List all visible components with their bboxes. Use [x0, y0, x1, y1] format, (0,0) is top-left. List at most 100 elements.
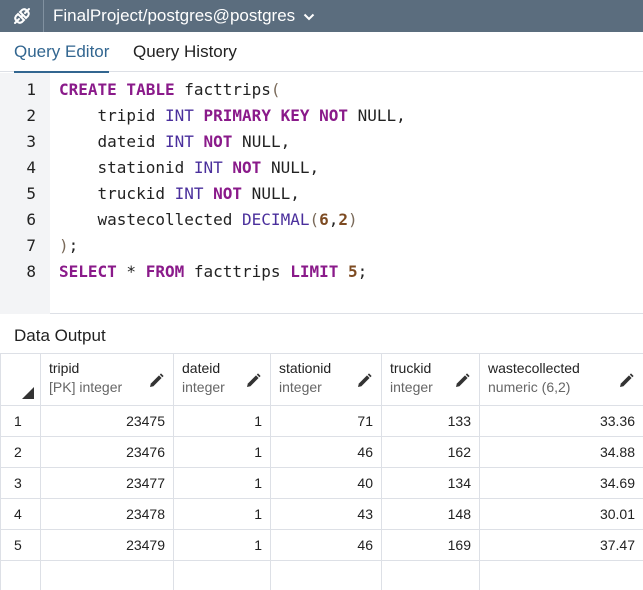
- row-number[interactable]: 2: [0, 436, 41, 468]
- cell-truckid[interactable]: 162: [381, 436, 480, 468]
- code-token: ;: [68, 236, 79, 255]
- code-token: NULL,: [348, 106, 406, 125]
- cell-dateid[interactable]: 1: [173, 529, 271, 561]
- cell-dateid[interactable]: 1: [173, 405, 271, 437]
- code-line[interactable]: 6 wastecollected DECIMAL(6,2): [0, 207, 643, 233]
- code-text: stationid INT NOT NULL,: [59, 155, 320, 181]
- code-area[interactable]: 1 CREATE TABLE facttrips(2 tripid INT PRI…: [0, 77, 643, 285]
- code-line[interactable]: 2 tripid INT PRIMARY KEY NOT NULL,: [0, 103, 643, 129]
- cell-wastecollected[interactable]: 37.47: [479, 529, 643, 561]
- code-text: tripid INT PRIMARY KEY NOT NULL,: [59, 103, 406, 129]
- column-header-wastecollected[interactable]: wastecollected numeric (6,2): [479, 353, 643, 406]
- cell-truckid[interactable]: 169: [381, 529, 480, 561]
- cell-tripid[interactable]: 23478: [40, 498, 174, 530]
- code-text: truckid INT NOT NULL,: [59, 181, 300, 207]
- connection-title: FinalProject/postgres@postgres: [53, 6, 296, 25]
- select-all-corner[interactable]: [0, 353, 41, 406]
- cell-tripid[interactable]: 23477: [40, 467, 174, 499]
- code-line[interactable]: 8 SELECT * FROM facttrips LIMIT 5;: [0, 259, 643, 285]
- cell-truckid[interactable]: 134: [381, 467, 480, 499]
- code-token: INT: [174, 184, 204, 203]
- cell-wastecollected[interactable]: 33.36: [479, 405, 643, 437]
- row-number[interactable]: 3: [0, 467, 41, 499]
- cell-wastecollected[interactable]: 34.88: [479, 436, 643, 468]
- data-output-label: Data Output: [14, 326, 106, 345]
- cell-dateid[interactable]: 1: [173, 498, 271, 530]
- cell-wastecollected[interactable]: 30.01: [479, 498, 643, 530]
- code-token: NULL,: [232, 132, 291, 151]
- cell-wastecollected[interactable]: 34.69: [479, 467, 643, 499]
- code-token: PRIMARY KEY NOT: [203, 106, 349, 125]
- column-name: wastecollected: [488, 360, 580, 376]
- code-text: dateid INT NOT NULL,: [59, 129, 291, 155]
- code-text: SELECT * FROM facttrips LIMIT 5;: [59, 259, 367, 285]
- table-row[interactable]: 5 23479 1 46 169 37.47: [0, 529, 643, 561]
- row-number[interactable]: 4: [0, 498, 41, 530]
- cell-stationid[interactable]: 46: [270, 529, 382, 561]
- empty-cell: [0, 560, 41, 590]
- cell-truckid[interactable]: 133: [381, 405, 480, 437]
- pencil-icon[interactable]: [355, 372, 373, 390]
- table-row[interactable]: 3 23477 1 40 134 34.69: [0, 467, 643, 499]
- code-token: (: [309, 210, 320, 229]
- cell-dateid[interactable]: 1: [173, 436, 271, 468]
- code-token: ): [348, 210, 358, 229]
- row-number[interactable]: 1: [0, 405, 41, 437]
- pencil-icon[interactable]: [617, 372, 635, 390]
- cell-tripid[interactable]: 23476: [40, 436, 174, 468]
- cell-tripid[interactable]: 23475: [40, 405, 174, 437]
- code-token: FROM: [145, 262, 185, 281]
- editor-tabs: Query Editor Query History: [0, 32, 643, 73]
- cell-stationid[interactable]: 43: [270, 498, 382, 530]
- code-text: CREATE TABLE facttrips(: [59, 77, 281, 103]
- table-row[interactable]: 1 23475 1 71 133 33.36: [0, 405, 643, 437]
- tab-query-history[interactable]: Query History: [133, 32, 237, 72]
- column-header-tripid[interactable]: tripid [PK] integer: [40, 353, 174, 406]
- corner-triangle-icon: [22, 387, 34, 399]
- code-token: (: [270, 80, 281, 99]
- column-header-truckid[interactable]: truckid integer: [381, 353, 480, 406]
- code-token: NOT: [232, 158, 262, 177]
- connection-selector[interactable]: FinalProject/postgres@postgres: [44, 6, 315, 26]
- code-token: wastecollected: [59, 210, 243, 229]
- pencil-icon[interactable]: [147, 372, 165, 390]
- results-grid: tripid [PK] integer dateid integer stationid…: [0, 353, 643, 590]
- code-line[interactable]: 5 truckid INT NOT NULL,: [0, 181, 643, 207]
- code-token: NOT: [203, 132, 233, 151]
- pencil-icon[interactable]: [244, 372, 262, 390]
- tab-query-editor[interactable]: Query Editor: [14, 32, 110, 73]
- cell-stationid[interactable]: 71: [270, 405, 382, 437]
- row-number[interactable]: 5: [0, 529, 41, 561]
- table-row[interactable]: 2 23476 1 46 162 34.88: [0, 436, 643, 468]
- code-token: SELECT: [59, 262, 117, 281]
- code-line[interactable]: 7);: [0, 233, 643, 259]
- code-text: );: [59, 233, 78, 259]
- code-line[interactable]: 1 CREATE TABLE facttrips(: [0, 77, 643, 103]
- code-token: 6: [319, 210, 329, 229]
- code-line[interactable]: 4 stationid INT NOT NULL,: [0, 155, 643, 181]
- pencil-icon[interactable]: [453, 372, 471, 390]
- column-header-dateid[interactable]: dateid integer: [173, 353, 271, 406]
- code-token: stationid: [59, 158, 194, 177]
- cell-stationid[interactable]: 40: [270, 467, 382, 499]
- empty-cell: [270, 560, 382, 590]
- cell-tripid[interactable]: 23479: [40, 529, 174, 561]
- cell-stationid[interactable]: 46: [270, 436, 382, 468]
- plug-icon[interactable]: [0, 0, 44, 32]
- line-number: 2: [26, 106, 36, 125]
- column-header-stationid[interactable]: stationid integer: [270, 353, 382, 406]
- code-line[interactable]: 3 dateid INT NOT NULL,: [0, 129, 643, 155]
- code-token: truckid: [59, 184, 175, 203]
- code-token: 2: [338, 210, 349, 229]
- line-number: 7: [26, 236, 36, 255]
- table-row[interactable]: 4 23478 1 43 148 30.01: [0, 498, 643, 530]
- code-token: 5: [348, 262, 358, 281]
- code-token: dateid: [59, 132, 165, 151]
- cell-dateid[interactable]: 1: [173, 467, 271, 499]
- code-token: ;: [357, 262, 368, 281]
- query-editor[interactable]: 1 CREATE TABLE facttrips(2 tripid INT PRI…: [0, 73, 643, 314]
- cell-truckid[interactable]: 148: [381, 498, 480, 530]
